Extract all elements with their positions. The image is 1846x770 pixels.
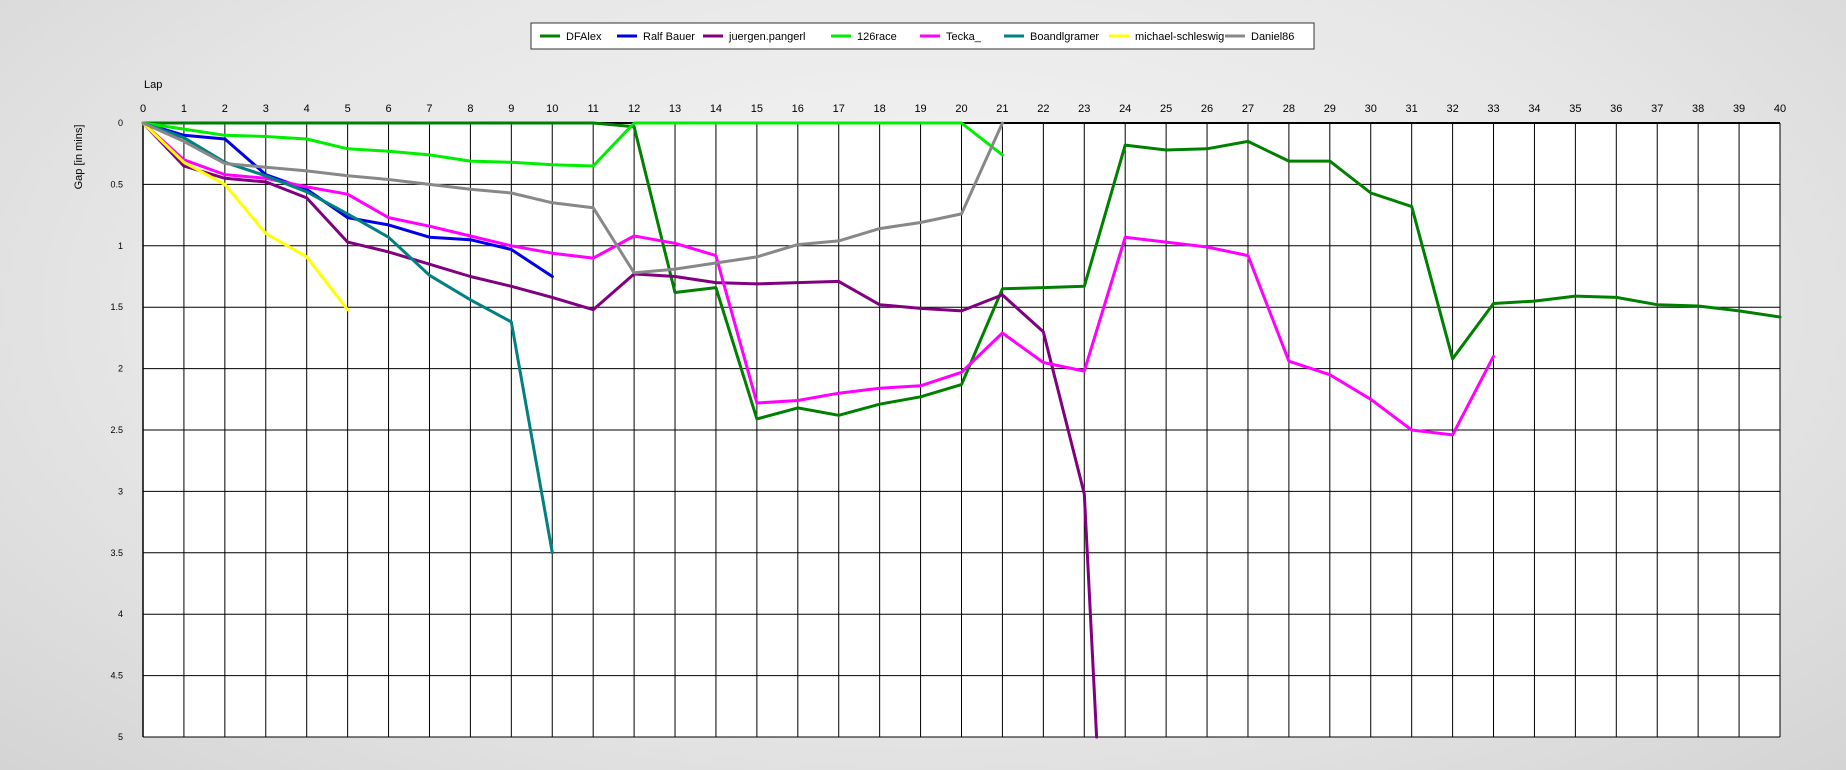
x-tick-label: 31	[1406, 103, 1418, 115]
x-tick-label: 26	[1201, 103, 1213, 115]
y-tick-label: 1	[118, 241, 123, 251]
x-tick-label: 39	[1733, 103, 1745, 115]
x-tick-label: 32	[1446, 103, 1458, 115]
y-tick-label: 3.5	[110, 548, 123, 558]
x-tick-label: 5	[345, 103, 351, 115]
legend-label: 126race	[857, 31, 897, 43]
x-tick-label: 4	[304, 103, 310, 115]
x-axis-label: Lap	[144, 79, 162, 91]
y-axis-label: Gap [in mins]	[73, 125, 85, 190]
x-tick-label: 22	[1037, 103, 1049, 115]
x-tick-label: 33	[1487, 103, 1499, 115]
x-tick-label: 8	[467, 103, 473, 115]
x-tick-label: 23	[1078, 103, 1090, 115]
y-tick-label: 4.5	[110, 671, 123, 681]
legend-label: Daniel86	[1251, 31, 1294, 43]
x-tick-label: 16	[792, 103, 804, 115]
y-tick-label: 0	[118, 118, 123, 128]
y-tick-label: 1.5	[110, 302, 123, 312]
x-tick-label: 34	[1528, 103, 1540, 115]
legend-label: juergen.pangerl	[728, 31, 805, 43]
x-tick-label: 25	[1160, 103, 1172, 115]
x-tick-label: 3	[263, 103, 269, 115]
x-tick-label: 28	[1283, 103, 1295, 115]
legend-label: Ralf Bauer	[643, 31, 695, 43]
x-tick-label: 10	[546, 103, 558, 115]
x-tick-label: 21	[996, 103, 1008, 115]
x-tick-label: 17	[833, 103, 845, 115]
x-tick-label: 20	[955, 103, 967, 115]
x-tick-label: 0	[140, 103, 146, 115]
y-tick-label: 3	[118, 486, 123, 496]
y-tick-label: 4	[118, 609, 123, 619]
legend-label: DFAlex	[566, 31, 602, 43]
x-tick-label: 11	[587, 103, 598, 115]
lap-gap-chart: DFAlex Ralf Bauer juergen.pangerl 126race Te…	[73, 22, 1786, 742]
x-tick-label: 6	[385, 103, 391, 115]
x-tick-label: 12	[628, 103, 640, 115]
y-tick-label: 2.5	[110, 425, 123, 435]
x-tick-label: 27	[1242, 103, 1254, 115]
x-tick-label: 29	[1324, 103, 1336, 115]
legend: DFAlex Ralf Bauer juergen.pangerl 126race Te…	[530, 22, 1315, 50]
y-tick-label: 5	[118, 732, 123, 742]
x-axis-tick-labels: 0 1 2 3 4 5 6 7 8 9 10 11 12 13 14 15 16 17 18 19 20 21 22 23 24…	[140, 103, 1786, 115]
y-axis-tick-labels: 0 0.5 1 1.5 2 2.5 3 3.5 4 4.5 5	[110, 118, 123, 742]
x-tick-label: 36	[1610, 103, 1622, 115]
y-tick-label: 2	[118, 364, 123, 374]
legend-label: Tecka_	[946, 31, 982, 43]
x-tick-label: 14	[710, 103, 722, 115]
legend-label: Boandlgramer	[1030, 31, 1099, 43]
x-tick-label: 38	[1692, 103, 1704, 115]
x-tick-label: 1	[181, 103, 187, 115]
y-tick-label: 0.5	[110, 179, 123, 189]
x-tick-label: 15	[751, 103, 763, 115]
x-tick-label: 24	[1119, 103, 1131, 115]
x-tick-label: 19	[914, 103, 926, 115]
x-tick-label: 13	[669, 103, 681, 115]
x-tick-label: 9	[508, 103, 514, 115]
x-tick-label: 35	[1569, 103, 1581, 115]
x-tick-label: 40	[1774, 103, 1786, 115]
x-tick-label: 2	[222, 103, 228, 115]
legend-label: michael-schleswig	[1135, 31, 1224, 43]
x-tick-label: 18	[874, 103, 886, 115]
x-tick-label: 30	[1365, 103, 1377, 115]
x-tick-label: 7	[426, 103, 432, 115]
x-tick-label: 37	[1651, 103, 1663, 115]
